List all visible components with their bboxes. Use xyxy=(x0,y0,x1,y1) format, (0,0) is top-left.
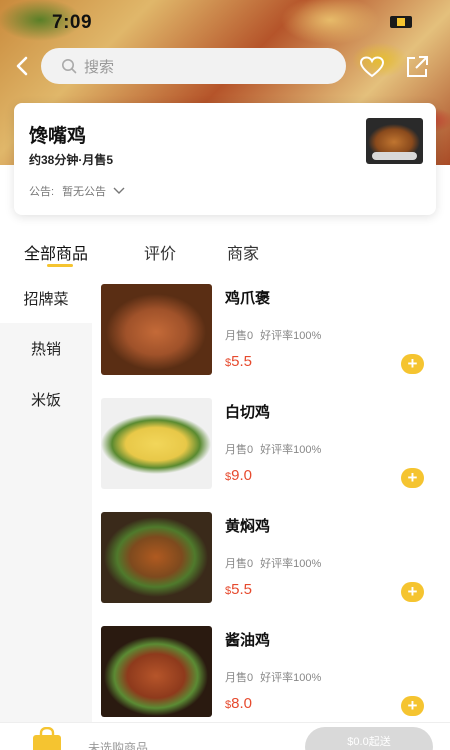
product-name: 鸡爪褒 xyxy=(225,290,271,307)
product-price: $5.5 xyxy=(225,581,252,598)
monthly-sales: 月售0 xyxy=(225,558,254,570)
favorite-heart-icon[interactable] xyxy=(359,55,385,79)
product-name: 黄焖鸡 xyxy=(225,518,271,535)
product-price: $5.5 xyxy=(225,353,252,370)
product-name: 酱油鸡 xyxy=(225,632,271,649)
monthly-sales: 月售0 xyxy=(225,672,254,684)
price-value: 5.5 xyxy=(231,581,252,598)
rating: 好评率100% xyxy=(260,558,322,570)
add-to-cart-button[interactable]: + xyxy=(401,468,424,488)
shop-info-card: 馋嘴鸡 约38分钟·月售5 公告: 暂无公告 xyxy=(14,103,436,215)
shop-name: 馋嘴鸡 xyxy=(29,126,87,147)
cart-bar: 未选购商品 $0.0起送 xyxy=(0,722,450,750)
add-to-cart-button[interactable]: + xyxy=(401,582,424,602)
product-stats: 月售0 好评率100% xyxy=(225,555,321,571)
shop-delivery-meta: 约38分钟·月售5 xyxy=(29,153,114,167)
tab-reviews[interactable]: 评价 xyxy=(144,240,176,264)
notice-text: 暂无公告 xyxy=(62,186,107,198)
price-value: 8.0 xyxy=(231,695,252,712)
rating: 好评率100% xyxy=(260,672,322,684)
tab-all-products[interactable]: 全部商品 xyxy=(24,240,88,264)
product-name: 白切鸡 xyxy=(225,404,271,421)
category-sidebar: 招牌菜 热销 米饭 xyxy=(0,273,92,723)
monthly-sales: 月售0 xyxy=(225,330,254,342)
rating: 好评率100% xyxy=(260,444,322,456)
monthly-sales: 月售0 xyxy=(225,444,254,456)
back-icon[interactable] xyxy=(12,55,34,77)
category-rice[interactable]: 米饭 xyxy=(0,374,92,424)
price-value: 5.5 xyxy=(231,353,252,370)
search-input[interactable]: 搜索 xyxy=(41,48,346,84)
shop-logo xyxy=(366,118,423,164)
product-item[interactable]: 酱油鸡 月售0 好评率100% $8.0 + xyxy=(92,615,450,729)
add-to-cart-button[interactable]: + xyxy=(401,354,424,374)
product-item[interactable]: 白切鸡 月售0 好评率100% $9.0 + xyxy=(92,387,450,501)
product-image xyxy=(101,284,212,375)
product-price: $8.0 xyxy=(225,695,252,712)
battery-icon xyxy=(390,16,412,28)
product-list: 鸡爪褒 月售0 好评率100% $5.5 + 白切鸡 月售0 好评率100% $9.… xyxy=(92,273,450,723)
checkout-button[interactable]: $0.0起送 xyxy=(305,727,433,750)
search-placeholder: 搜索 xyxy=(84,58,115,76)
rating: 好评率100% xyxy=(260,330,322,342)
shopping-bag-icon[interactable] xyxy=(30,727,64,750)
share-icon[interactable] xyxy=(404,54,430,80)
chevron-down-icon[interactable] xyxy=(113,187,125,195)
product-image xyxy=(101,626,212,717)
tab-merchant[interactable]: 商家 xyxy=(227,240,259,264)
notice-label: 公告: xyxy=(29,186,55,198)
product-stats: 月售0 好评率100% xyxy=(225,327,321,343)
status-time: 7:09 xyxy=(52,12,93,33)
price-value: 9.0 xyxy=(231,467,252,484)
product-image xyxy=(101,512,212,603)
add-to-cart-button[interactable]: + xyxy=(401,696,424,716)
product-price: $9.0 xyxy=(225,467,252,484)
product-stats: 月售0 好评率100% xyxy=(225,441,321,457)
product-item[interactable]: 鸡爪褒 月售0 好评率100% $5.5 + xyxy=(92,273,450,387)
active-tab-indicator xyxy=(47,264,73,267)
search-icon xyxy=(62,59,77,74)
product-item[interactable]: 黄焖鸡 月售0 好评率100% $5.5 + xyxy=(92,501,450,615)
shop-notice[interactable]: 公告: 暂无公告 xyxy=(29,183,125,199)
cart-empty-text: 未选购商品 xyxy=(88,741,149,750)
product-stats: 月售0 好评率100% xyxy=(225,669,321,685)
category-hot[interactable]: 热销 xyxy=(0,323,92,373)
product-image xyxy=(101,398,212,489)
category-signature[interactable]: 招牌菜 xyxy=(0,273,92,323)
